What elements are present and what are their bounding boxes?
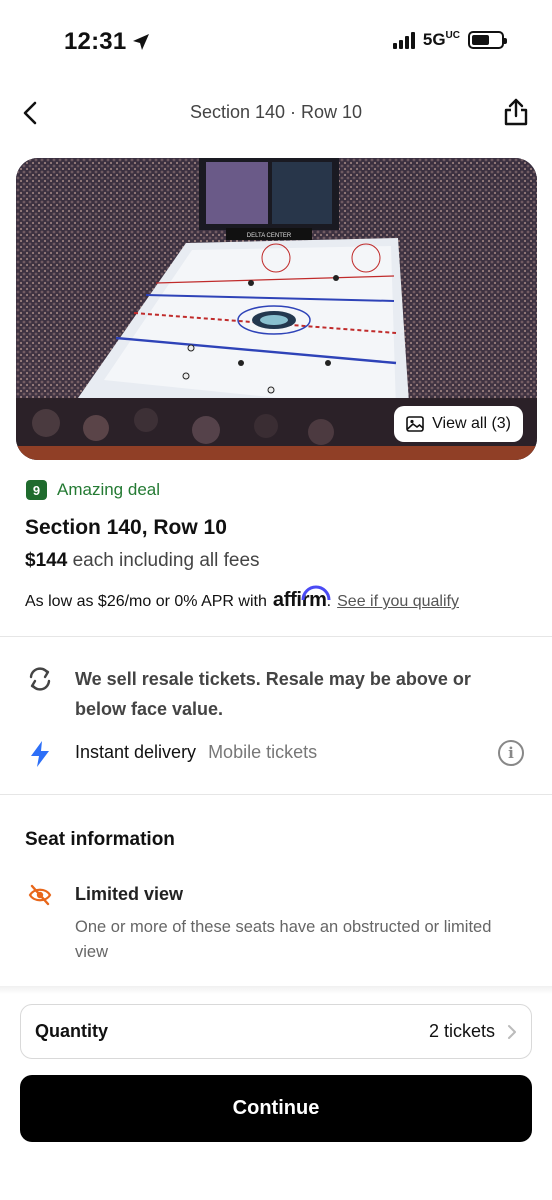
clock: 12:31 xyxy=(64,28,127,55)
network-label: 5GUC xyxy=(422,30,460,49)
financing-line: As low as $26/mo or 0% APR with affirm .… xyxy=(25,585,459,612)
obstructed-view-icon xyxy=(28,884,52,906)
seat-info-heading: Seat information xyxy=(25,829,175,850)
arena-sign: DELTA CENTER xyxy=(247,233,292,239)
status-bar: 12:31 5GUC xyxy=(0,0,552,80)
price-line: $144 each including all fees xyxy=(25,550,260,572)
limited-view-description: One or more of these seats have an obstr… xyxy=(75,918,492,961)
share-button[interactable] xyxy=(498,94,534,130)
price-value: $144 xyxy=(25,550,68,571)
deal-rating: 9 Amazing deal xyxy=(26,480,160,500)
deal-label: Amazing deal xyxy=(57,480,161,499)
price-suffix: each including all fees xyxy=(72,550,260,571)
lightning-bolt-icon xyxy=(31,741,49,767)
divider xyxy=(0,636,552,637)
view-all-photos-button[interactable]: View all (3) xyxy=(394,406,523,442)
quantity-value: 2 tickets xyxy=(428,1021,495,1041)
refresh-icon xyxy=(29,667,51,691)
image-gallery-icon xyxy=(406,416,424,432)
delivery-info: Instant delivery Mobile tickets xyxy=(75,742,317,763)
view-all-label: View all (3) xyxy=(432,415,511,432)
seat-view-image[interactable]: DELTA CENTER View all (3) xyxy=(16,158,537,460)
quantity-selector[interactable]: Quantity 2 tickets xyxy=(20,1004,532,1059)
location-arrow-icon xyxy=(133,34,150,50)
info-icon[interactable]: i xyxy=(498,740,524,766)
status-indicators: 5GUC xyxy=(392,30,507,50)
nav-header: Section 140 · Row 10 xyxy=(0,86,552,140)
battery-icon xyxy=(468,31,507,49)
share-icon xyxy=(504,98,528,126)
chevron-right-icon xyxy=(508,1024,516,1039)
see-if-you-qualify-link[interactable]: See if you qualify xyxy=(337,593,459,611)
financing-text: As low as $26/mo or 0% APR with xyxy=(25,593,267,610)
quantity-label: Quantity xyxy=(35,1021,109,1041)
limited-view-title: Limited view xyxy=(75,884,184,904)
delivery-type: Mobile tickets xyxy=(208,742,318,762)
status-time: 12:31 xyxy=(64,28,150,56)
affirm-logo: affirm xyxy=(272,585,331,611)
listing-title: Section 140, Row 10 xyxy=(25,516,227,539)
page-title: Section 140 · Row 10 xyxy=(189,102,363,122)
quantity-value-wrap: 2 tickets xyxy=(429,1021,517,1042)
divider xyxy=(0,794,552,795)
continue-button[interactable]: Continue xyxy=(20,1075,532,1142)
signal-bars-icon xyxy=(392,31,415,49)
bottom-sheet-shadow xyxy=(0,986,552,994)
delivery-label: Instant delivery xyxy=(75,742,197,762)
resale-notice: We sell resale tickets. Resale may be ab… xyxy=(75,669,471,719)
deal-score-badge: 9 xyxy=(26,480,47,500)
